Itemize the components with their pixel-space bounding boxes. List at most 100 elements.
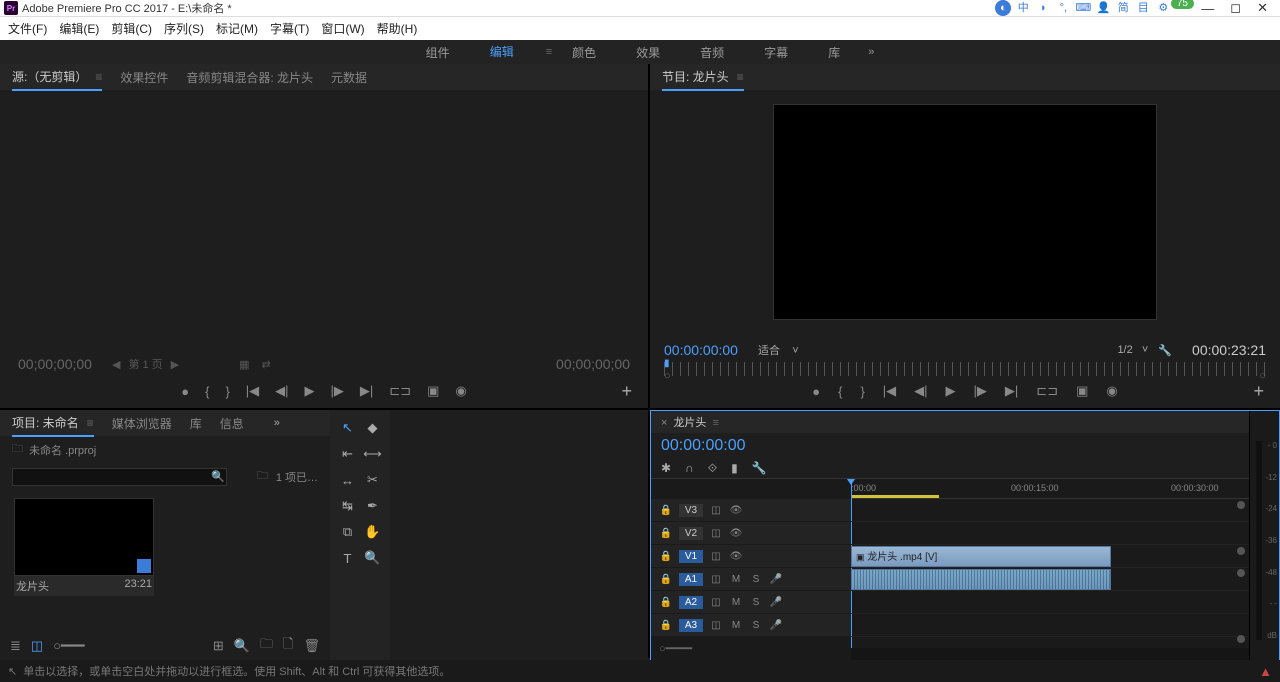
- pen-tool-icon[interactable]: ✒: [361, 494, 384, 518]
- play-icon[interactable]: ▶: [946, 383, 956, 399]
- audio-clip-mixer-tab[interactable]: 音频剪辑混合器: 龙片头: [186, 65, 313, 90]
- program-tab[interactable]: 节目: 龙片头≡: [662, 64, 744, 91]
- menu-file[interactable]: 文件(F): [8, 20, 47, 37]
- next-page-icon[interactable]: ▶: [171, 358, 179, 371]
- workspace-editing[interactable]: 编辑: [470, 39, 534, 65]
- rate-stretch-tool-icon[interactable]: ↔: [336, 468, 359, 492]
- export-frame-icon[interactable]: ◉: [1106, 383, 1117, 399]
- program-ruler[interactable]: ▮ ○ ○: [664, 362, 1266, 376]
- snap-icon[interactable]: ∩: [685, 461, 694, 476]
- audio-clip[interactable]: [851, 569, 1111, 590]
- project-item[interactable]: 龙片头 23:21: [14, 498, 154, 596]
- timeline-tracks[interactable]: :00:00 00:00:15:00 00:00:30:00 00:00:45:…: [851, 479, 1249, 660]
- new-item-icon[interactable]: 🗋: [283, 635, 293, 657]
- mark-in-icon[interactable]: {: [838, 384, 842, 399]
- ime-punct-icon[interactable]: °,: [1055, 0, 1071, 16]
- go-in-icon[interactable]: |◀: [883, 383, 896, 399]
- timeline-scrollbar[interactable]: [851, 648, 1249, 660]
- play-icon[interactable]: ▶: [305, 383, 315, 399]
- prev-page-icon[interactable]: ◀: [112, 358, 120, 371]
- linked-selection-icon[interactable]: ⟐: [708, 461, 717, 476]
- menu-help[interactable]: 帮助(H): [377, 20, 418, 37]
- scroll-handle-icon[interactable]: [1237, 635, 1245, 643]
- arrows-icon[interactable]: ⇄: [262, 358, 271, 371]
- add-marker-icon[interactable]: ●: [812, 384, 820, 399]
- ime-globe-icon[interactable]: ◐: [995, 0, 1011, 16]
- metadata-tab[interactable]: 元数据: [331, 65, 367, 90]
- track-v1[interactable]: ▣ 龙片头 .mp4 [V]: [851, 545, 1249, 568]
- resolution-dropdown[interactable]: 1/2 ˅: [1117, 344, 1148, 356]
- warning-icon[interactable]: ▲: [1259, 664, 1272, 679]
- track-select-tool-icon[interactable]: ◆: [361, 416, 384, 440]
- ripple-edit-tool-icon[interactable]: ⇤: [336, 442, 359, 466]
- zoom-tool-icon[interactable]: 🔍: [361, 546, 384, 570]
- settings-icon[interactable]: 🔧: [752, 461, 767, 476]
- info-tab[interactable]: 信息: [220, 411, 244, 436]
- ime-moon-icon[interactable]: ◗: [1035, 0, 1051, 16]
- trash-icon[interactable]: 🗑: [303, 638, 320, 654]
- go-out-icon[interactable]: ▶|: [1005, 383, 1018, 399]
- ime-gear-icon[interactable]: ⚙: [1155, 0, 1171, 16]
- step-back-icon[interactable]: ◀|: [914, 383, 927, 399]
- slip-tool-icon[interactable]: ↹: [336, 494, 359, 518]
- button-editor-icon[interactable]: +: [621, 381, 632, 402]
- ime-e-icon[interactable]: 目: [1135, 0, 1151, 16]
- step-forward-icon[interactable]: |▶: [974, 383, 987, 399]
- timeline-timecode[interactable]: 00:00:00:00: [661, 437, 746, 455]
- track-a1[interactable]: [851, 568, 1249, 591]
- list-view-icon[interactable]: ≣: [10, 638, 21, 654]
- mark-out-icon[interactable]: }: [860, 384, 864, 399]
- source-timecode-out[interactable]: 00;00;00;00: [556, 356, 630, 372]
- marker-icon[interactable]: ▮: [731, 461, 738, 476]
- close-sequence-icon[interactable]: ×: [661, 417, 667, 429]
- menu-sequence[interactable]: 序列(S): [164, 20, 204, 37]
- hand-tool-icon[interactable]: ✋: [361, 520, 384, 544]
- workspace-effects[interactable]: 效果: [616, 40, 680, 65]
- lift-icon[interactable]: ⊏⊐: [1036, 383, 1058, 399]
- mark-out-icon[interactable]: }: [225, 384, 229, 399]
- track-v2[interactable]: [851, 522, 1249, 545]
- scroll-handle-icon[interactable]: [1237, 501, 1245, 509]
- program-playhead-icon[interactable]: ▮: [664, 358, 670, 369]
- workspace-audio[interactable]: 音频: [680, 40, 744, 65]
- workspace-overflow-icon[interactable]: »: [868, 46, 874, 58]
- overwrite-icon[interactable]: ▣: [427, 383, 439, 399]
- libraries-tab[interactable]: 库: [190, 411, 202, 436]
- ime-user-icon[interactable]: 👤: [1095, 0, 1111, 16]
- slide-tool-icon[interactable]: ⧉: [336, 520, 359, 544]
- close-button[interactable]: ✕: [1257, 0, 1268, 16]
- clip-thumbnail[interactable]: [14, 498, 154, 576]
- selection-tool-icon[interactable]: ↖: [336, 416, 359, 440]
- menu-edit[interactable]: 编辑(E): [59, 20, 99, 37]
- nest-icon[interactable]: ✱: [661, 461, 671, 476]
- workspace-assembly[interactable]: 组件: [406, 40, 470, 65]
- workspace-color[interactable]: 颜色: [552, 40, 616, 65]
- search-input[interactable]: [12, 468, 227, 486]
- media-browser-tab[interactable]: 媒体浏览器: [112, 411, 172, 436]
- source-timecode-in[interactable]: 00;00;00;00: [18, 356, 92, 372]
- scroll-handle-icon[interactable]: [1237, 547, 1245, 555]
- track-v3-header[interactable]: 🔒V3◫👁: [651, 499, 851, 522]
- menu-clip[interactable]: 剪辑(C): [111, 20, 152, 37]
- settings-wrench-icon[interactable]: 🔧: [1158, 344, 1172, 357]
- button-editor-icon[interactable]: +: [1253, 381, 1264, 402]
- new-bin-icon[interactable]: 🗀: [260, 635, 273, 657]
- effect-controls-tab[interactable]: 效果控件: [120, 65, 168, 90]
- track-v2-header[interactable]: 🔒V2◫👁: [651, 522, 851, 545]
- overflow-icon[interactable]: »: [274, 417, 280, 429]
- track-a2[interactable]: [851, 591, 1249, 614]
- track-v1-header[interactable]: 🔒V1◫👁: [651, 545, 851, 568]
- workspace-libraries[interactable]: 库: [808, 40, 860, 65]
- filter-bin-icon[interactable]: 🗀: [257, 467, 268, 486]
- automate-icon[interactable]: ⊞: [213, 638, 224, 654]
- track-a2-header[interactable]: 🔒A2◫MS🎤: [651, 591, 851, 614]
- find-icon[interactable]: 🔍: [234, 638, 250, 654]
- step-back-icon[interactable]: ◀|: [275, 383, 288, 399]
- folder-icon[interactable]: 🗀: [12, 440, 23, 459]
- step-forward-icon[interactable]: |▶: [331, 383, 344, 399]
- track-a1-header[interactable]: 🔒A1◫MS🎤: [651, 568, 851, 591]
- rolling-edit-tool-icon[interactable]: ⟷: [361, 442, 384, 466]
- ime-keyboard-icon[interactable]: ⌨: [1075, 0, 1091, 16]
- work-area-bar[interactable]: [851, 495, 939, 498]
- track-a3-header[interactable]: 🔒A3◫MS🎤: [651, 614, 851, 637]
